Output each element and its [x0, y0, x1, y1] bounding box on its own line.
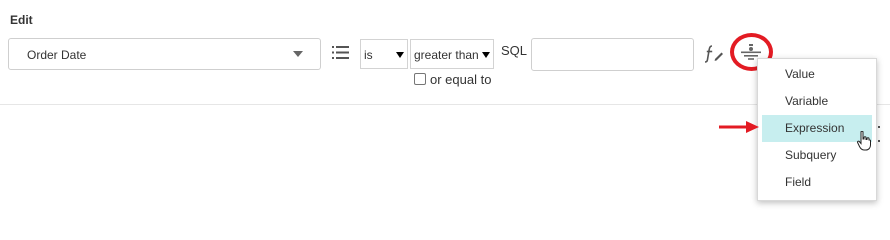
- field-select[interactable]: Order Date: [8, 38, 321, 70]
- menu-item-value[interactable]: Value: [758, 61, 876, 88]
- section-title: Edit: [10, 13, 33, 27]
- menu-item-variable[interactable]: Variable: [758, 88, 876, 115]
- operator-select[interactable]: greater than: [410, 39, 494, 69]
- operator-select-value: greater than: [414, 48, 479, 62]
- list-icon[interactable]: [332, 45, 349, 60]
- value-type-menu: Value Variable Expression Subquery Field: [757, 58, 877, 201]
- is-select[interactable]: is: [360, 39, 408, 69]
- cursor-icon: [857, 131, 871, 151]
- chevron-down-icon: [396, 52, 404, 58]
- sql-label: SQL: [501, 43, 528, 58]
- menu-item-expression[interactable]: Expression: [762, 115, 872, 142]
- sql-input[interactable]: [531, 38, 694, 71]
- is-select-value: is: [364, 48, 373, 62]
- scroll-marker: [878, 126, 881, 156]
- chevron-down-icon: [293, 51, 303, 57]
- menu-item-field[interactable]: Field: [758, 169, 876, 196]
- red-arrow: [719, 121, 759, 133]
- or-equal-checkbox[interactable]: [414, 73, 426, 85]
- or-equal-label[interactable]: or equal to: [430, 72, 491, 87]
- function-icon[interactable]: [703, 42, 725, 64]
- chevron-down-icon: [482, 52, 490, 58]
- field-select-value: Order Date: [27, 48, 87, 62]
